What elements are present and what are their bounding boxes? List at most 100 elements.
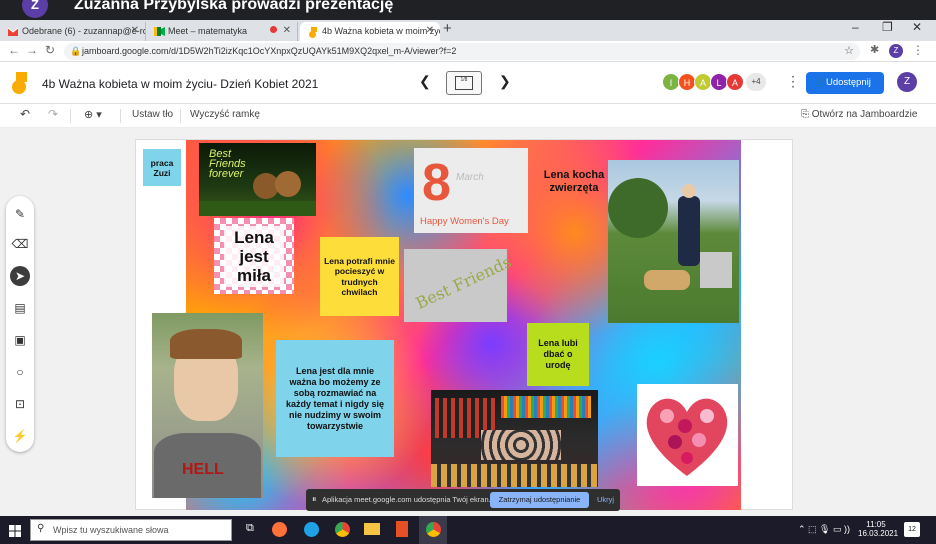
document-title[interactable]: 4b Ważna kobieta w moim życiu- Dzień Kob…	[42, 77, 318, 91]
chrome-icon[interactable]	[335, 522, 350, 537]
add-person-icon: 👤	[814, 77, 826, 87]
open-in-jamboard-button[interactable]: ⎘ Otwórz na Jamboardzie	[801, 109, 917, 120]
close-icon[interactable]: ✕	[283, 25, 291, 36]
sticky-note-uroda[interactable]: Lena lubi dbać o urodę	[527, 323, 589, 386]
browser-menu-icon[interactable]: ⋮	[912, 43, 924, 57]
divider	[180, 109, 181, 123]
jamboard-appbar: 4b Ważna kobieta w moim życiu- Dzień Kob…	[0, 62, 936, 104]
extensions-icon[interactable]: ✱	[870, 43, 879, 56]
meet-presenting-bar: Z Zuzanna Przybylska prowadzi prezentacj…	[0, 0, 936, 20]
sticky-note-icon[interactable]: ▤	[10, 298, 30, 318]
shape-icon[interactable]: ○	[10, 362, 30, 382]
tab-label: Odebrane (6) - zuzannap@e-roj	[22, 26, 146, 36]
system-tray-icons[interactable]: ⌃ ⬚ 🎙 ▭ ))	[798, 524, 850, 535]
eight-number: 8	[422, 154, 451, 212]
divider	[120, 109, 121, 123]
reload-icon[interactable]: ↻	[45, 43, 55, 57]
clock-time: 11:05	[866, 520, 886, 529]
pen-icon[interactable]: ✎	[10, 204, 30, 224]
sticky-note-wazna[interactable]: Lena jest dla mnie ważna bo możemy ze so…	[276, 340, 394, 457]
clock-date: 16.03.2021	[858, 529, 899, 538]
tab-meet[interactable]: Meet – matematyka ✕	[146, 22, 298, 41]
maximize-icon[interactable]: ❐	[882, 20, 893, 34]
photo-makeup-stand[interactable]	[431, 390, 598, 487]
meet-icon	[154, 27, 165, 36]
new-tab-button[interactable]: +	[443, 20, 452, 37]
office-icon[interactable]	[396, 521, 408, 537]
boxes	[700, 252, 732, 288]
more-collaborators-badge[interactable]: +4	[746, 73, 766, 91]
tab-label: 4b Ważna kobieta w moim życiu	[322, 26, 440, 36]
stop-sharing-button[interactable]: Zatrzymaj udostępnianie	[490, 492, 589, 508]
next-frame-icon[interactable]: ❯	[499, 73, 511, 90]
windows-start-icon[interactable]	[9, 524, 21, 542]
presenting-title: Zuzanna Przybylska prowadzi prezentację	[74, 0, 394, 13]
photo-girl-with-dog[interactable]	[608, 160, 739, 323]
back-icon[interactable]: ←	[8, 43, 20, 57]
browser-tabstrip: Odebrane (6) - zuzannap@e-roj ✕ Meet – m…	[0, 20, 936, 41]
close-icon[interactable]: ✕	[131, 25, 139, 36]
undo-icon[interactable]: ↶	[20, 107, 30, 121]
close-window-icon[interactable]: ✕	[912, 20, 922, 34]
lock-icon: 🔒	[70, 46, 82, 56]
edge-icon[interactable]	[304, 522, 319, 537]
forward-icon[interactable]: →	[26, 43, 38, 57]
image-icon[interactable]: ▣	[10, 330, 30, 350]
teddy-bear-icon	[275, 171, 301, 197]
more-options-icon[interactable]: ⋮	[786, 73, 800, 90]
hide-button[interactable]: Ukryj	[597, 495, 614, 504]
photo-teddy-bears[interactable]: Best Friends forever	[199, 143, 316, 216]
redo-icon[interactable]: ↷	[48, 107, 58, 121]
photo-caption: Best Friends forever	[209, 148, 246, 180]
bookmark-star-icon[interactable]: ☆	[844, 44, 854, 57]
firefox-icon[interactable]	[272, 522, 287, 537]
set-background-button[interactable]: Ustaw tło	[132, 109, 173, 120]
photo-rose-heart[interactable]	[637, 384, 738, 486]
previous-frame-icon[interactable]: ❮	[419, 73, 431, 90]
recording-dot-icon	[270, 26, 277, 33]
text-box-icon[interactable]: ⊡	[10, 394, 30, 414]
select-icon[interactable]: ➤	[10, 266, 30, 286]
grass	[199, 201, 316, 216]
active-chrome-taskbar-item[interactable]	[419, 516, 447, 544]
close-icon[interactable]: ✕	[426, 25, 434, 36]
laser-icon[interactable]: ⚡	[10, 426, 30, 446]
zoom-icon[interactable]: ⊕ ▾	[84, 108, 102, 121]
notification-center-icon[interactable]: 12	[904, 522, 920, 537]
share-button[interactable]: 👤 Udostępnij	[806, 72, 884, 94]
bush	[608, 178, 668, 238]
text-lena-kocha[interactable]: Lena kocha zwierzęta	[543, 160, 605, 204]
clear-frame-button[interactable]: Wyczyść ramkę	[190, 109, 260, 120]
user-avatar[interactable]: Z	[897, 72, 917, 92]
sticky-note-pocieszyc[interactable]: Lena potrafi mnie pocieszyć w trudnych c…	[320, 237, 399, 316]
address-toolbar: ← → ↻ 🔒 jamboard.google.com/d/1D5W2hTi2i…	[0, 41, 936, 62]
tab-label: Meet – matematyka	[168, 26, 248, 36]
person-figure	[678, 196, 700, 266]
hair	[170, 329, 242, 359]
taskbar-search-field[interactable]: ⚲ Wpisz tu wyszukiwane słowa	[30, 519, 232, 541]
windows-taskbar: ⚲ Wpisz tu wyszukiwane słowa ⧉ ⌃ ⬚ 🎙 ▭ )…	[0, 516, 936, 544]
jamboard-logo-icon[interactable]	[11, 72, 27, 94]
image-best-friends[interactable]: Best Friends	[404, 249, 514, 322]
tab-gmail[interactable]: Odebrane (6) - zuzannap@e-roj ✕	[0, 22, 146, 41]
brushes	[431, 464, 598, 487]
share-notice-bar: ⏸ Aplikacja meet.google.com udostępnia T…	[306, 489, 620, 511]
file-explorer-icon[interactable]	[364, 523, 380, 535]
clock[interactable]: 11:05 16.03.2021	[858, 520, 899, 538]
gmail-icon	[7, 27, 19, 36]
share-notice-text: Aplikacja meet.google.com udostępnia Twó…	[322, 495, 491, 504]
eraser-icon[interactable]: ⌫	[10, 234, 30, 254]
url-field[interactable]: 🔒 jamboard.google.com/d/1D5W2hTi2izKqc1O…	[64, 43, 860, 60]
photo-lena-portrait[interactable]: HELL	[152, 313, 263, 498]
minimize-icon[interactable]: –	[852, 20, 859, 34]
collaborator-avatar[interactable]: A	[726, 73, 744, 91]
tab-jamboard[interactable]: 4b Ważna kobieta w moim życiu ✕	[300, 22, 440, 41]
frame-selector[interactable]: 1/8	[446, 71, 482, 95]
dog-figure	[644, 270, 690, 290]
image-lena-mila[interactable]: Lena jest miła	[214, 218, 294, 294]
search-placeholder: Wpisz tu wyszukiwane słowa	[53, 525, 169, 535]
image-8-march[interactable]: 8 March Happy Women's Day	[414, 148, 528, 233]
profile-avatar[interactable]: Z	[889, 44, 903, 58]
task-view-icon[interactable]: ⧉	[246, 522, 254, 535]
sticky-note-praca[interactable]: praca Zuzi	[143, 149, 181, 186]
